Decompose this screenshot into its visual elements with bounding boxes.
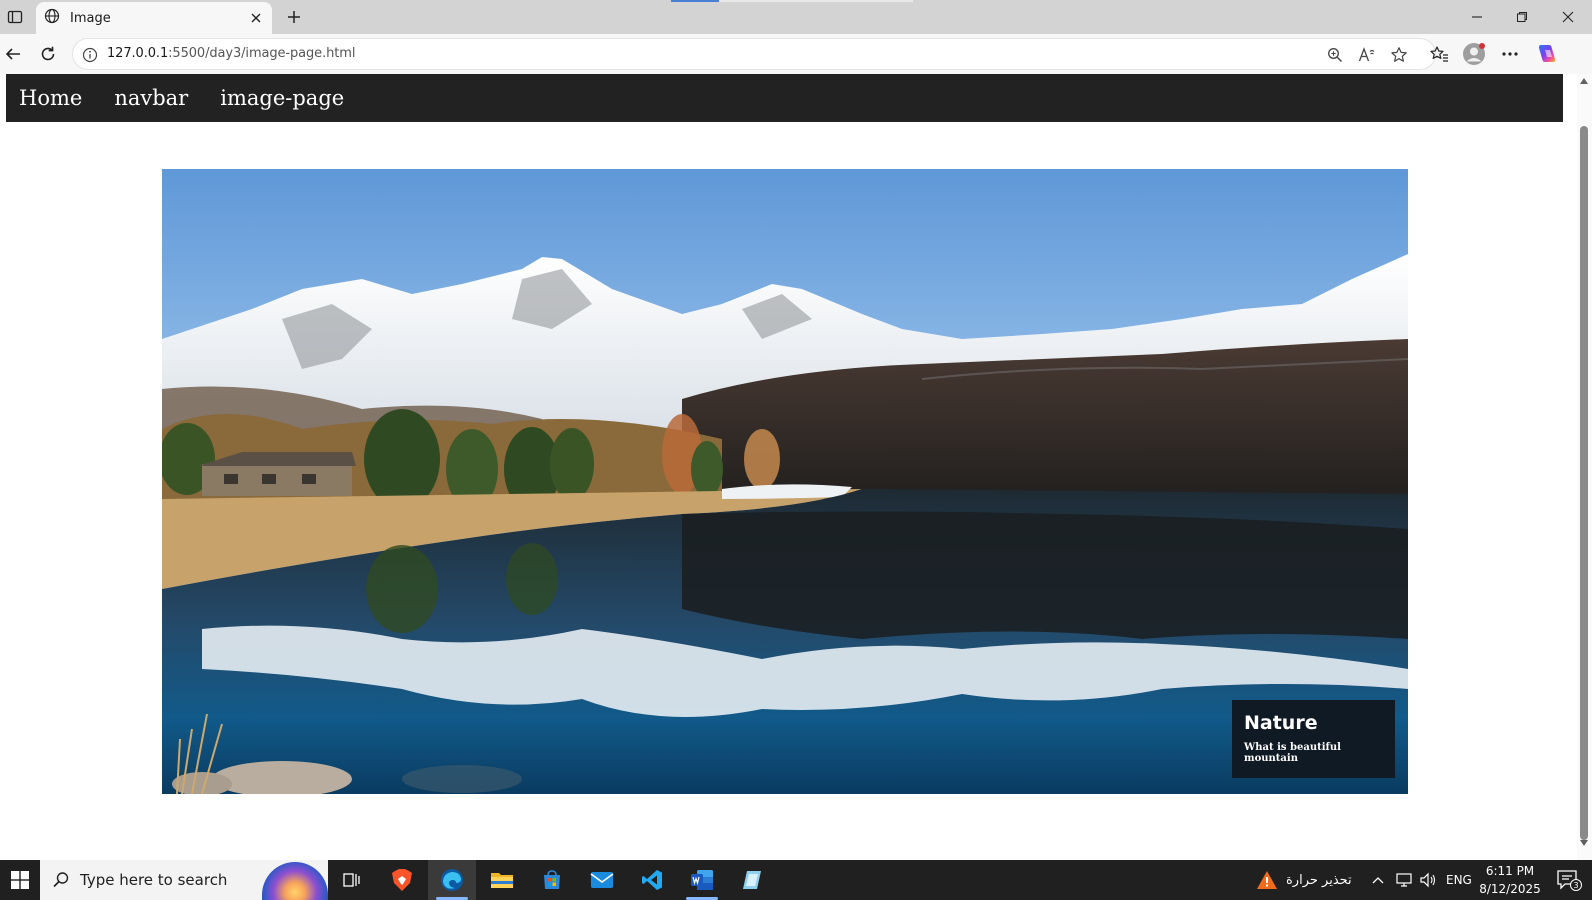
taskbar-search[interactable]: Type here to search [40, 860, 328, 900]
search-placeholder: Type here to search [80, 871, 228, 889]
more-icon[interactable] [1497, 42, 1523, 66]
clock-date: 8/12/2025 [1479, 882, 1541, 896]
weather-widget[interactable]: تحذير حرارة [1256, 860, 1352, 900]
search-highlight-art [262, 862, 328, 900]
url-host: 127.0.0.1 [107, 46, 169, 61]
tab-title: Image [70, 10, 111, 26]
warning-icon [1256, 870, 1278, 890]
load-indicator [671, 0, 719, 2]
caption-subtitle: What is beautiful mountain [1244, 742, 1341, 764]
notification-count: 3 [1573, 881, 1578, 890]
search-icon [52, 871, 70, 893]
windows-start-icon[interactable] [0, 860, 40, 900]
weather-text: تحذير حرارة [1286, 872, 1352, 888]
caption-title: Nature [1244, 712, 1318, 734]
browser-tab-bar: Image [0, 0, 1592, 34]
language-text: ENG [1446, 873, 1472, 887]
windows-taskbar: Type here to search تحذير حرارة ENG 6:11… [0, 860, 1592, 900]
favorites-icon[interactable] [1426, 42, 1452, 66]
microsoft-store-icon[interactable] [528, 860, 576, 900]
url-text[interactable]: 127.0.0.1:5500/day3/image-page.html [107, 46, 355, 61]
read-aloud-icon[interactable] [1356, 45, 1378, 65]
load-indicator-track [719, 0, 913, 2]
language-indicator[interactable]: ENG [1446, 860, 1472, 900]
vscode-icon[interactable] [628, 860, 676, 900]
brave-browser-icon[interactable] [378, 860, 426, 900]
profile-icon[interactable] [1461, 42, 1487, 66]
task-view-icon[interactable] [328, 860, 376, 900]
notifications-icon[interactable]: 3 [1556, 860, 1582, 900]
plus-icon[interactable] [282, 6, 306, 28]
zoom-icon[interactable] [1324, 45, 1346, 65]
close-window-icon[interactable] [1545, 0, 1591, 34]
scroll-up-icon[interactable] [1580, 78, 1588, 84]
tab-actions-icon[interactable] [4, 6, 26, 28]
scroll-down-icon[interactable] [1580, 840, 1588, 846]
star-icon[interactable] [1388, 45, 1410, 65]
nav-link-home[interactable]: Home [19, 86, 82, 110]
browser-toolbar: 127.0.0.1:5500/day3/image-page.html [0, 34, 1592, 74]
clock-time: 6:11 PM [1485, 864, 1535, 878]
reload-icon[interactable] [35, 42, 61, 66]
mail-icon[interactable] [578, 860, 626, 900]
network-icon[interactable] [1395, 860, 1413, 900]
notes-app-icon[interactable] [728, 860, 776, 900]
close-tab-icon[interactable] [248, 10, 264, 26]
scrollbar-thumb[interactable] [1580, 126, 1588, 840]
browser-tab[interactable]: Image [36, 2, 272, 34]
site-navbar: Home navbar image-page [6, 74, 1563, 122]
url-path: :5500/day3/image-page.html [168, 46, 356, 61]
back-arrow-icon[interactable] [0, 42, 26, 66]
copilot-icon[interactable] [1534, 42, 1560, 66]
edge-browser-icon[interactable] [428, 860, 476, 900]
nav-link-navbar[interactable]: navbar [114, 86, 188, 110]
restore-icon[interactable] [1499, 0, 1545, 34]
word-icon[interactable] [678, 860, 726, 900]
info-icon[interactable] [82, 47, 98, 67]
globe-icon [44, 8, 60, 28]
nav-link-image-page[interactable]: image-page [220, 86, 344, 110]
chevron-up-icon[interactable] [1372, 860, 1384, 900]
file-explorer-icon[interactable] [478, 860, 526, 900]
minimize-icon[interactable] [1454, 0, 1500, 34]
taskbar-clock[interactable]: 6:11 PM 8/12/2025 [1470, 862, 1550, 898]
image-caption: Nature What is beautiful mountain [1232, 700, 1395, 778]
page-viewport: Home navbar image-page Nature What is be… [0, 74, 1577, 860]
volume-icon[interactable] [1419, 860, 1437, 900]
hero-image [162, 169, 1408, 794]
address-bar[interactable]: 127.0.0.1:5500/day3/image-page.html [72, 38, 1436, 70]
page-scrollbar[interactable] [1577, 74, 1592, 860]
